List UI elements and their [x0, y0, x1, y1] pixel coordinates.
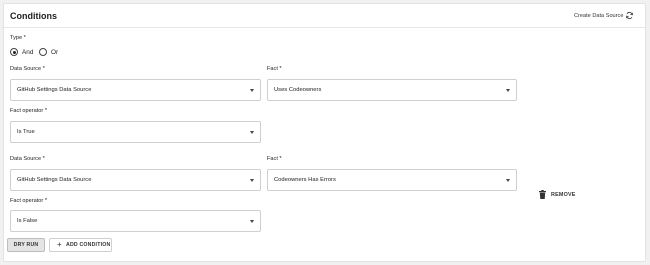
conditions-panel: Conditions Create Data Source Type * And… [3, 3, 646, 262]
remove-label: REMOVE [551, 192, 576, 198]
fact-operator-value: Is False [17, 218, 38, 224]
radio-and-label: And [22, 49, 34, 56]
type-label: Type * [10, 35, 26, 41]
trash-icon [539, 190, 546, 199]
dry-run-button[interactable]: DRY RUN [7, 238, 45, 252]
chevron-down-icon [506, 179, 510, 182]
chevron-down-icon [250, 131, 254, 134]
radio-or[interactable] [39, 48, 47, 56]
radio-and[interactable] [10, 48, 18, 56]
add-condition-label: ADD CONDITION [66, 242, 111, 248]
data-source-value: GitHub Settings Data Source [17, 87, 92, 93]
fact-operator-label: Fact operator * [10, 108, 47, 114]
data-source-value: GitHub Settings Data Source [17, 177, 92, 183]
data-source-label: Data Source * [10, 156, 45, 162]
fact-operator-value: Is True [17, 129, 35, 135]
plus-icon: + [57, 240, 62, 249]
fact-value: Codeowners Has Errors [274, 177, 336, 183]
fact-select[interactable]: Uses Codeowners [267, 79, 517, 101]
add-condition-button[interactable]: + ADD CONDITION [49, 238, 112, 252]
chevron-down-icon [506, 89, 510, 92]
fact-operator-select[interactable]: Is True [10, 121, 261, 143]
data-source-select[interactable]: GitHub Settings Data Source [10, 79, 261, 101]
fact-operator-label: Fact operator * [10, 198, 47, 204]
header-divider [4, 27, 645, 28]
fact-label: Fact * [267, 66, 282, 72]
radio-or-label: Or [51, 49, 59, 56]
data-source-label: Data Source * [10, 66, 45, 72]
fact-operator-select[interactable]: Is False [10, 210, 261, 232]
fact-value: Uses Codeowners [274, 87, 322, 93]
chevron-down-icon [250, 89, 254, 92]
create-data-source-link[interactable]: Create Data Source [574, 13, 623, 19]
data-source-select[interactable]: GitHub Settings Data Source [10, 169, 261, 191]
fact-select[interactable]: Codeowners Has Errors [267, 169, 517, 191]
fact-label: Fact * [267, 156, 282, 162]
chevron-down-icon [250, 179, 254, 182]
chevron-down-icon [250, 220, 254, 223]
page-title: Conditions [10, 11, 57, 21]
refresh-icon[interactable] [625, 11, 634, 20]
